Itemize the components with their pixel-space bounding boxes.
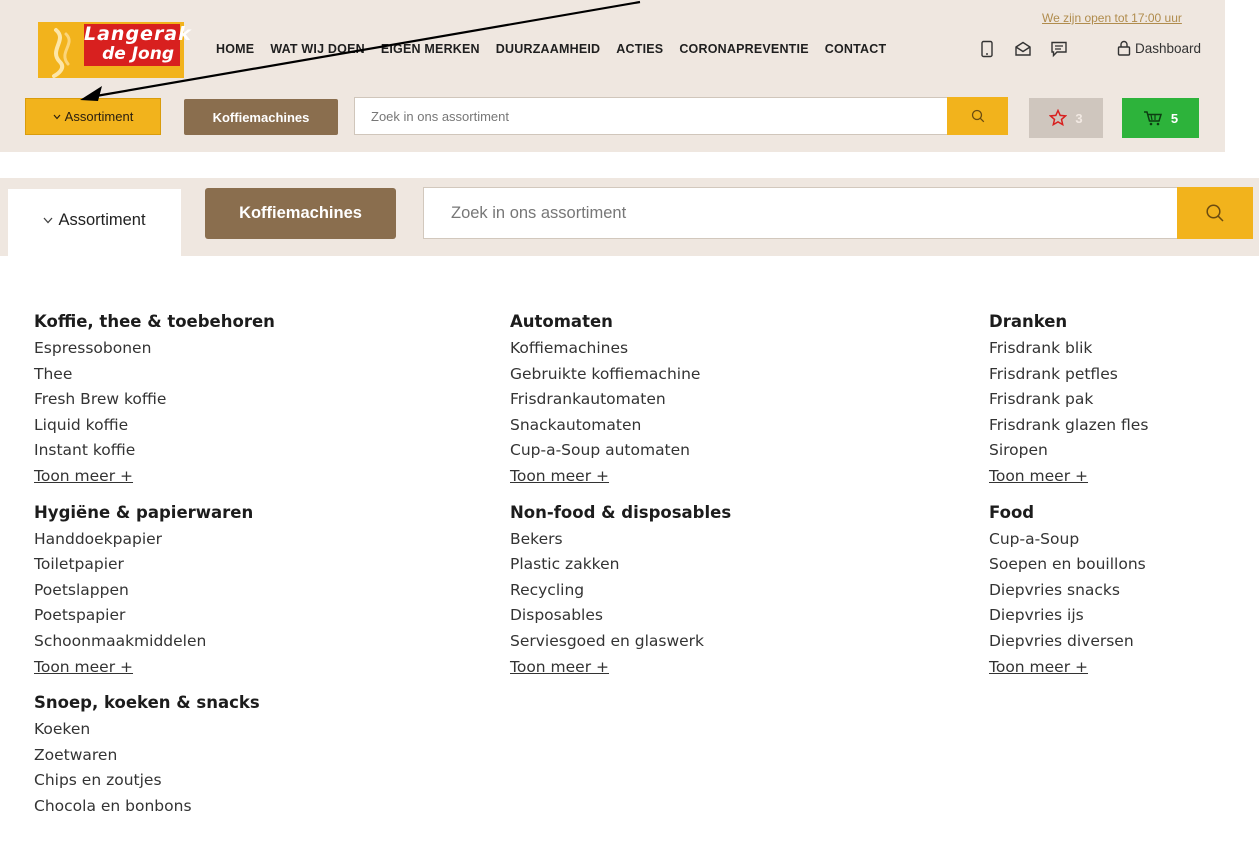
category-item[interactable]: Bekers xyxy=(510,527,731,553)
category-item[interactable]: Plastic zakken xyxy=(510,552,731,578)
dashboard-link[interactable]: Dashboard xyxy=(1117,40,1201,56)
category-item[interactable]: Frisdrank blik xyxy=(989,336,1148,362)
category-item[interactable]: Frisdrank glazen fles xyxy=(989,413,1148,439)
menu-category: Non-food & disposables Bekers Plastic za… xyxy=(510,501,731,681)
cart-button[interactable]: 5 xyxy=(1122,98,1199,138)
category-item[interactable]: Frisdrankautomaten xyxy=(510,387,731,413)
menu-category: Food Cup-a-Soup Soepen en bouillons Diep… xyxy=(989,501,1148,681)
main-nav: HOME WAT WIJ DOEN EIGEN MERKEN DUURZAAMH… xyxy=(216,42,886,56)
category-item[interactable]: Frisdrank pak xyxy=(989,387,1148,413)
site-logo[interactable]: Langerak de Jong xyxy=(38,22,192,78)
nav-home[interactable]: HOME xyxy=(216,42,254,56)
logo-wordmark: Langerak de Jong xyxy=(84,23,192,66)
logo-line-1: Langerak xyxy=(84,23,192,45)
category-item[interactable]: Soepen en bouillons xyxy=(989,552,1148,578)
show-more-link[interactable]: Toon meer + xyxy=(989,655,1148,681)
category-item[interactable]: Diepvries snacks xyxy=(989,578,1148,604)
category-item[interactable]: Zoetwaren xyxy=(34,743,275,769)
show-more-link[interactable]: Toon meer + xyxy=(510,655,731,681)
chevron-down-icon xyxy=(53,114,61,119)
cart-icon xyxy=(1143,111,1162,126)
category-title[interactable]: Hygiëne & papierwaren xyxy=(34,501,275,525)
category-item[interactable]: Poetspapier xyxy=(34,603,275,629)
open-hours-link[interactable]: We zijn open tot 17:00 uur xyxy=(1042,11,1182,25)
favorites-button[interactable]: 3 xyxy=(1029,98,1103,138)
phone-icon[interactable] xyxy=(980,40,994,58)
assortiment-tab-label: Assortiment xyxy=(58,210,146,229)
category-item[interactable]: Toiletpapier xyxy=(34,552,275,578)
cart-count: 5 xyxy=(1170,110,1179,126)
menu-category: Koffie, thee & toebehoren Espressobonen … xyxy=(34,310,275,490)
category-item[interactable]: Liquid koffie xyxy=(34,413,275,439)
show-more-link[interactable]: Toon meer + xyxy=(989,464,1148,490)
lock-icon xyxy=(1117,40,1131,56)
menu-category: Automaten Koffiemachines Gebruikte koffi… xyxy=(510,310,731,490)
category-item[interactable]: Espressobonen xyxy=(34,336,275,362)
koffiemachines-button[interactable]: Koffiemachines xyxy=(184,99,338,135)
category-item[interactable]: Cup-a-Soup xyxy=(989,527,1148,553)
menu-column-3: Dranken Frisdrank blik Frisdrank petfles… xyxy=(989,310,1148,691)
category-item[interactable]: Serviesgoed en glaswerk xyxy=(510,629,731,655)
menu-category: Snoep, koeken & snacks Koeken Zoetwaren … xyxy=(34,691,275,819)
show-more-link[interactable]: Toon meer + xyxy=(34,464,275,490)
nav-coronapreventie[interactable]: CORONAPREVENTIE xyxy=(679,42,808,56)
category-item[interactable]: Fresh Brew koffie xyxy=(34,387,275,413)
category-item[interactable]: Schoonmaakmiddelen xyxy=(34,629,275,655)
category-item[interactable]: Snackautomaten xyxy=(510,413,731,439)
envelope-icon[interactable] xyxy=(1014,40,1032,58)
category-item[interactable]: Frisdrank petfles xyxy=(989,362,1148,388)
favorites-count: 3 xyxy=(1075,110,1083,126)
category-item[interactable]: Siropen xyxy=(989,438,1148,464)
chat-icon[interactable] xyxy=(1050,40,1068,58)
menu-column-1: Koffie, thee & toebehoren Espressobonen … xyxy=(34,310,275,831)
category-title[interactable]: Snoep, koeken & snacks xyxy=(34,691,275,715)
category-item[interactable]: Instant koffie xyxy=(34,438,275,464)
search-button[interactable] xyxy=(947,97,1008,135)
assortiment-tab-open[interactable]: Assortiment xyxy=(8,189,181,259)
star-icon xyxy=(1049,109,1068,127)
show-more-link[interactable]: Toon meer + xyxy=(510,464,731,490)
search-input[interactable]: Zoek in ons assortiment xyxy=(354,97,948,135)
site-header: Langerak de Jong HOME WAT WIJ DOEN EIGEN… xyxy=(0,0,1225,152)
logo-line-2: de Jong xyxy=(102,44,174,64)
show-more-link[interactable]: Toon meer + xyxy=(34,655,275,681)
category-title[interactable]: Non-food & disposables xyxy=(510,501,731,525)
category-title[interactable]: Koffie, thee & toebehoren xyxy=(34,310,275,334)
category-title[interactable]: Food xyxy=(989,501,1148,525)
category-item[interactable]: Disposables xyxy=(510,603,731,629)
nav-acties[interactable]: ACTIES xyxy=(616,42,663,56)
category-item[interactable]: Thee xyxy=(34,362,275,388)
category-item[interactable]: Chips en zoutjes xyxy=(34,768,275,794)
category-item[interactable]: Gebruikte koffiemachine xyxy=(510,362,731,388)
category-title[interactable]: Dranken xyxy=(989,310,1148,334)
category-item[interactable]: Diepvries ijs xyxy=(989,603,1148,629)
category-item[interactable]: Koeken xyxy=(34,717,275,743)
category-item[interactable]: Poetslappen xyxy=(34,578,275,604)
steam-logo-icon xyxy=(52,28,71,78)
nav-wat-wij-doen[interactable]: WAT WIJ DOEN xyxy=(270,42,365,56)
koffiemachines-button-large[interactable]: Koffiemachines xyxy=(205,188,396,239)
menu-column-2: Automaten Koffiemachines Gebruikte koffi… xyxy=(510,310,731,691)
category-item[interactable]: Cup-a-Soup automaten xyxy=(510,438,731,464)
search-input-large[interactable]: Zoek in ons assortiment xyxy=(423,187,1178,239)
category-item[interactable]: Chocola en bonbons xyxy=(34,794,275,820)
category-item[interactable]: Handdoekpapier xyxy=(34,527,275,553)
menu-category: Hygiëne & papierwaren Handdoekpapier Toi… xyxy=(34,501,275,681)
dashboard-label: Dashboard xyxy=(1135,41,1202,56)
chevron-down-icon xyxy=(43,217,53,223)
search-icon xyxy=(1206,204,1224,222)
category-item[interactable]: Diepvries diversen xyxy=(989,629,1148,655)
assortiment-button[interactable]: Assortiment xyxy=(25,98,161,135)
assortiment-label: Assortiment xyxy=(64,109,134,124)
nav-contact[interactable]: CONTACT xyxy=(825,42,887,56)
category-item[interactable]: Recycling xyxy=(510,578,731,604)
menu-category: Dranken Frisdrank blik Frisdrank petfles… xyxy=(989,310,1148,490)
category-item[interactable]: Koffiemachines xyxy=(510,336,731,362)
search-icon xyxy=(971,109,984,123)
category-title[interactable]: Automaten xyxy=(510,310,731,334)
search-button-large[interactable] xyxy=(1177,187,1253,239)
nav-duurzaamheid[interactable]: DUURZAAMHEID xyxy=(496,42,600,56)
nav-eigen-merken[interactable]: EIGEN MERKEN xyxy=(381,42,480,56)
